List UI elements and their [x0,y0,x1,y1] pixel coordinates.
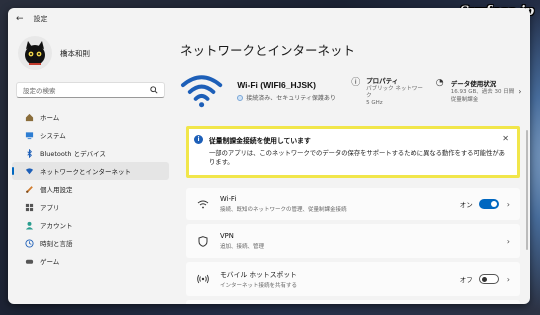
back-arrow-icon[interactable]: ← [16,14,24,24]
main-content: ネットワークとインターネット Wi-Fi (WIFI6_HJSK) 接続済み、セ… [180,30,530,304]
chevron-right-icon: › [506,199,510,209]
next-setting-card[interactable] [186,300,520,304]
profile-name: 橋本和則 [60,48,90,58]
wifi-state-label: オン [459,201,473,209]
wifi-card[interactable]: Wi-Fi 接続、既知のネットワークの管理、従量制課金接続 オン › [186,188,520,220]
settings-window: ← 設定 橋本和則 設定の検索 ホーム システム Bluetooth とデバイス… [8,8,530,304]
sidebar: 橋本和則 設定の検索 ホーム システム Bluetooth とデバイス ネットワ… [8,30,173,304]
info-circle-icon: ⓘ [351,77,361,88]
wifi-name: Wi-Fi (WIFI6_HJSK) [237,80,316,90]
apps-icon [24,202,34,212]
properties-title: プロパティ [366,76,399,85]
sidebar-item-apps[interactable]: アプリ [12,198,169,216]
vpn-card-title: VPN [220,232,234,240]
page-title: ネットワークとインターネット [180,44,356,58]
hotspot-card-subtitle: インターネット接続を共有する [220,283,298,289]
hotspot-state-label: オフ [459,276,473,284]
sidebar-item-label: システム [40,132,66,140]
personalization-icon [24,184,34,194]
sidebar-item-label: ホーム [40,114,60,122]
wifi-large-icon [180,75,223,108]
sidebar-item-label: 個人用設定 [40,186,73,194]
wifi-icon [196,197,210,211]
data-usage-link[interactable]: ◔ データ使用状況 16.93 GB、過去 30 日間 従量制課金 › [436,78,530,104]
shield-icon [237,94,244,101]
sidebar-item-label: 時刻と言語 [40,240,73,248]
system-icon [24,130,34,140]
bluetooth-icon [24,148,34,158]
gaming-icon [24,256,34,266]
time-language-icon [24,238,34,248]
notice-body: 一部のアプリは、このネットワークでのデータの保存をサポートするために異なる動作を… [209,150,505,167]
cat-avatar-icon [25,41,45,65]
wifi-toggle[interactable] [478,199,499,209]
info-icon: i [194,135,203,144]
sidebar-item-accounts[interactable]: アカウント [12,216,169,234]
data-usage-title: データ使用状況 [450,80,497,89]
close-icon[interactable]: ✕ [502,134,509,143]
title-bar: ← 設定 [8,8,530,30]
chevron-right-icon: › [518,86,522,96]
account-icon [24,220,34,230]
wifi-status: 接続済み、セキュリティ保護あり [237,93,343,102]
wifi-card-title: Wi-Fi [220,195,237,203]
sidebar-item-label: ネットワークとインターネット [40,168,131,176]
data-usage-line1: 16.93 GB、過去 30 日間 [450,89,515,96]
hotspot-toggle[interactable] [478,274,499,284]
wifi-card-subtitle: 接続、既知のネットワークの管理、従量制課金接続 [220,207,347,213]
vpn-card-subtitle: 追加、接続、管理 [220,244,265,250]
network-icon [24,166,34,176]
properties-link[interactable]: ⓘ プロパティ パブリック ネットワーク 5 GHz [351,75,428,108]
window-title: 設定 [33,15,48,23]
avatar [18,36,52,70]
notice-title: 従量制課金接続を使用しています [209,137,311,145]
properties-line1: パブリック ネットワーク [366,85,423,99]
chevron-right-icon: › [506,236,510,246]
hotspot-card-title: モバイル ホットスポット [220,271,297,279]
sidebar-item-label: アプリ [40,204,60,212]
shield-icon [196,234,210,248]
data-usage-line2: 従量制課金 [450,97,479,103]
sidebar-item-label: Bluetooth とデバイス [40,150,106,158]
sidebar-item-label: アカウント [40,222,73,230]
hotspot-card[interactable]: モバイル ホットスポット インターネット接続を共有する オフ › [186,262,520,296]
sidebar-item-time-language[interactable]: 時刻と言語 [12,234,169,252]
chevron-right-icon: › [506,274,510,284]
metered-connection-notice: i 従量制課金接続を使用しています 一部のアプリは、このネットワークでのデータの… [186,126,520,178]
wifi-status-text: 接続済み、セキュリティ保護あり [246,95,336,102]
search-input[interactable]: 設定の検索 [23,85,56,95]
sidebar-item-bluetooth[interactable]: Bluetooth とデバイス [12,144,169,162]
search-box[interactable]: 設定の検索 [16,82,165,98]
sidebar-item-home[interactable]: ホーム [12,108,169,126]
wifi-summary: Wi-Fi (WIFI6_HJSK) 接続済み、セキュリティ保護あり ⓘ プロパ… [180,71,530,111]
sidebar-item-label: ゲーム [40,258,60,266]
user-profile[interactable]: 橋本和則 [8,30,173,76]
scrollbar[interactable] [526,130,528,250]
wifi-info: Wi-Fi (WIFI6_HJSK) 接続済み、セキュリティ保護あり [237,80,343,102]
sidebar-item-network[interactable]: ネットワークとインターネット [12,162,169,180]
vpn-card[interactable]: VPN 追加、接続、管理 › [186,224,520,258]
search-icon [150,86,158,94]
sidebar-item-personalization[interactable]: 個人用設定 [12,180,169,198]
home-icon [24,112,34,122]
data-usage-icon: ◔ [435,78,444,89]
properties-line2: 5 GHz [366,100,383,107]
hotspot-icon [196,272,210,286]
sidebar-item-system[interactable]: システム [12,126,169,144]
sidebar-item-gaming[interactable]: ゲーム [12,252,169,270]
